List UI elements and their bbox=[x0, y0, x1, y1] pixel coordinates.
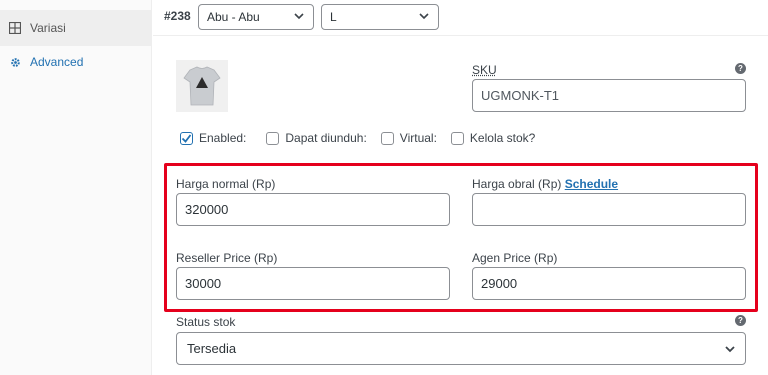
size-select[interactable]: L bbox=[321, 4, 439, 30]
size-select-value: L bbox=[330, 10, 337, 24]
manage-stock-checkbox[interactable]: Kelola stok? bbox=[450, 131, 536, 145]
grid-icon bbox=[8, 21, 22, 35]
enabled-label: Enabled: bbox=[199, 131, 247, 145]
sale-price-label: Harga obral (Rp) Schedule bbox=[472, 177, 618, 191]
sidebar-item-label: Advanced bbox=[30, 55, 84, 69]
stock-status-select[interactable]: Tersedia bbox=[176, 332, 746, 365]
sale-price-input[interactable] bbox=[472, 193, 746, 226]
agent-price-input[interactable]: 29000 bbox=[472, 267, 746, 300]
variation-header: #238 Abu - Abu L bbox=[153, 0, 768, 36]
sidebar-item-label: Variasi bbox=[30, 21, 66, 35]
color-select-value: Abu - Abu bbox=[207, 10, 260, 24]
checkbox-icon[interactable] bbox=[266, 131, 280, 145]
tshirt-image bbox=[176, 60, 228, 112]
sidebar-item-advanced[interactable]: Advanced bbox=[0, 44, 152, 80]
enabled-checkbox[interactable]: Enabled: bbox=[180, 131, 246, 145]
sku-input[interactable]: UGMONK-T1 bbox=[472, 79, 746, 112]
sidebar-item-variasi[interactable]: Variasi bbox=[0, 10, 152, 46]
virtual-checkbox[interactable]: Virtual: bbox=[380, 131, 437, 145]
color-select[interactable]: Abu - Abu bbox=[198, 4, 314, 30]
checkbox-icon[interactable] bbox=[450, 131, 464, 145]
reseller-price-input[interactable]: 30000 bbox=[176, 267, 450, 300]
virtual-label: Virtual: bbox=[399, 131, 437, 145]
sku-label: SKU bbox=[472, 63, 497, 77]
chevron-down-icon bbox=[293, 10, 305, 25]
product-data-sidebar: Variasi Advanced bbox=[0, 0, 152, 375]
reseller-price-label: Reseller Price (Rp) bbox=[176, 251, 278, 265]
chevron-down-icon bbox=[418, 10, 430, 25]
help-icon[interactable]: ? bbox=[735, 315, 746, 326]
variation-id: #238 bbox=[164, 9, 191, 23]
downloadable-label: Dapat diunduh: bbox=[285, 131, 367, 145]
variation-options: Enabled: Dapat diunduh: Virtual: Kelola … bbox=[180, 131, 543, 145]
chevron-down-icon bbox=[723, 342, 737, 359]
manage-stock-label: Kelola stok? bbox=[469, 131, 536, 145]
sale-price-label-text: Harga obral (Rp) bbox=[472, 177, 562, 191]
downloadable-checkbox[interactable]: Dapat diunduh: bbox=[266, 131, 367, 145]
stock-status-label: Status stok bbox=[176, 315, 236, 329]
gear-icon bbox=[8, 55, 22, 69]
schedule-link[interactable]: Schedule bbox=[565, 177, 618, 191]
regular-price-label: Harga normal (Rp) bbox=[176, 177, 276, 191]
regular-price-input[interactable]: 320000 bbox=[176, 193, 450, 226]
checkbox-icon[interactable] bbox=[380, 131, 394, 145]
stock-status-value: Tersedia bbox=[187, 341, 237, 356]
variation-image[interactable] bbox=[176, 60, 228, 112]
help-icon[interactable]: ? bbox=[735, 63, 746, 74]
agent-price-label: Agen Price (Rp) bbox=[472, 251, 558, 265]
checkbox-checked-icon[interactable] bbox=[180, 131, 193, 145]
